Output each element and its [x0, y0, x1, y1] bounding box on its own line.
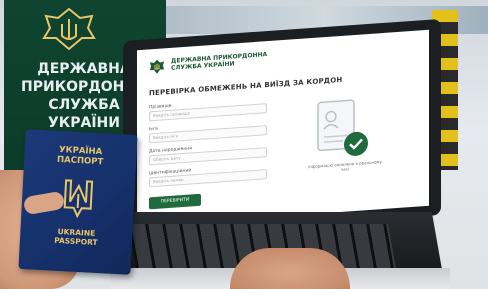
passport-title-ua: УКРАЇНА ПАСПОРТ [24, 143, 137, 169]
form-title: ПЕРЕВІРКА ОБМЕЖЕНЬ НА ВИЇЗД ЗА КОРДОН [149, 75, 343, 98]
right-hand [230, 248, 350, 289]
name-field: Ім'я Введіть ім'я [149, 119, 267, 144]
check-circle-icon [344, 131, 368, 156]
border-service-logo-icon [150, 59, 164, 74]
trident-emblem-icon [63, 179, 94, 219]
site-header: ДЕРЖАВНА ПРИКОРДОННА СЛУЖБА УКРАЇНИ [149, 51, 267, 75]
photo-scene: ДЕРЖАВНА ПРИКОРДОННА СЛУЖБА УКРАЇНИ ДЕРЖ… [0, 0, 488, 289]
site-brand: ДЕРЖАВНА ПРИКОРДОННА СЛУЖБА УКРАЇНИ [171, 51, 267, 72]
check-button[interactable]: ПЕРЕВІРИТИ [149, 193, 201, 210]
border-service-emblem-icon [42, 7, 96, 51]
passport-title-en: UKRAINE PASSPORT [20, 225, 133, 249]
surname-field: Прізвище Введіть прізвище [149, 97, 267, 122]
laptop-screen: ДЕРЖАВНА ПРИКОРДОННА СЛУЖБА УКРАЇНИ ПЕРЕ… [137, 29, 429, 227]
id-number-field: Ідентифікаційний Введіть номер [149, 163, 267, 188]
birthdate-field: Дата народження Оберіть дату [149, 141, 267, 166]
info-note: Інформацію оновлено в реальному часі [308, 159, 382, 172]
